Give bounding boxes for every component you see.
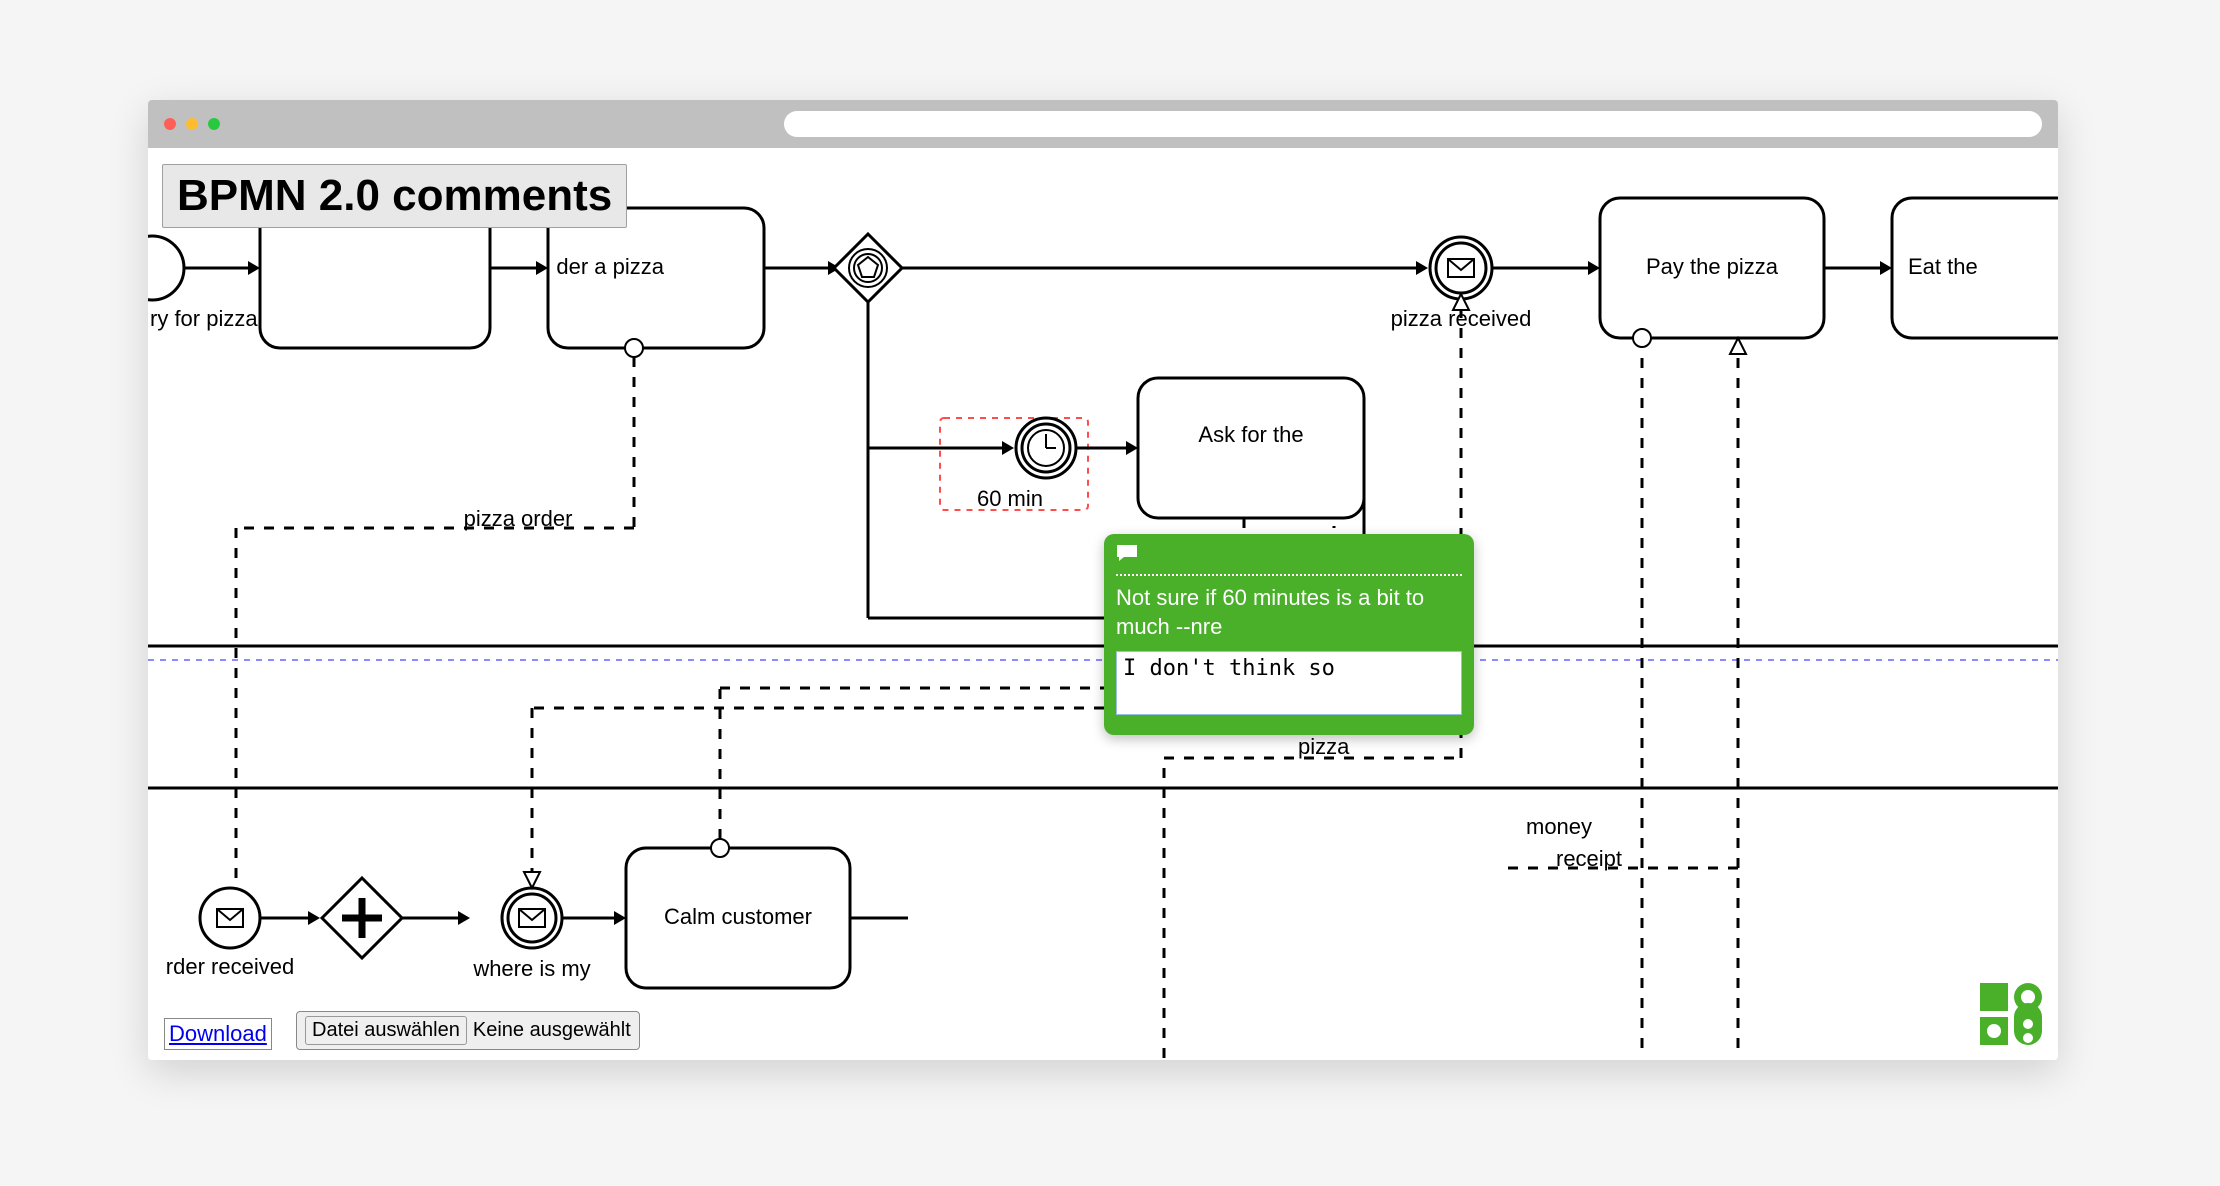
flow-pizza-label: pizza [1298, 734, 1350, 759]
event-order-received[interactable] [200, 888, 260, 948]
browser-titlebar [148, 100, 2058, 148]
task-order-pizza-label: der a pizza [556, 254, 664, 279]
address-bar[interactable] [784, 111, 2042, 137]
task-select-pizza[interactable] [260, 208, 490, 348]
bpmn-io-logo-icon [1980, 983, 2042, 1050]
task-eat-pizza-label: Eat the [1908, 254, 1978, 279]
comment-popup[interactable]: Not sure if 60 minutes is a bit to much … [1104, 534, 1474, 735]
task-ask-pizza-label: Ask for the [1198, 422, 1303, 447]
browser-window: ry for pizza der a pizza [148, 100, 2058, 1060]
diagram-viewport[interactable]: ry for pizza der a pizza [148, 148, 2058, 1060]
download-link[interactable]: Download [164, 1018, 272, 1050]
event-pizza-received[interactable] [1430, 237, 1492, 299]
task-calm-customer-label: Calm customer [664, 904, 812, 929]
gateway-parallel[interactable] [322, 878, 402, 958]
window-minimize-icon[interactable] [186, 118, 198, 130]
event-order-received-label: rder received [166, 954, 294, 979]
gateway-event-based[interactable] [834, 234, 902, 302]
choose-file-button[interactable]: Datei auswählen [305, 1016, 467, 1045]
flow-money-label: money [1526, 814, 1592, 839]
comment-icon [1116, 544, 1462, 568]
bpmn-diagram[interactable]: ry for pizza der a pizza [148, 148, 2058, 1060]
start-event[interactable] [148, 236, 184, 300]
comment-existing-text: Not sure if 60 minutes is a bit to much … [1116, 584, 1462, 641]
flow-receipt-label: receipt [1556, 846, 1622, 871]
window-close-icon[interactable] [164, 118, 176, 130]
page-title: BPMN 2.0 comments [162, 164, 627, 228]
event-where-is-my[interactable] [502, 888, 562, 948]
comment-input[interactable]: I don't think so [1116, 651, 1462, 715]
window-zoom-icon[interactable] [208, 118, 220, 130]
timer-label: 60 min [977, 486, 1043, 511]
task-ask-pizza[interactable] [1138, 378, 1364, 518]
start-event-label: ry for pizza [150, 306, 258, 331]
file-status-label: Keine ausgewählt [473, 1019, 631, 1042]
flow-pizza-order-label: pizza order [464, 506, 573, 531]
event-where-is-my-label: where is my [472, 956, 590, 981]
task-pay-pizza-label: Pay the pizza [1646, 254, 1779, 279]
file-chooser[interactable]: Datei auswählen Keine ausgewählt [296, 1011, 640, 1050]
